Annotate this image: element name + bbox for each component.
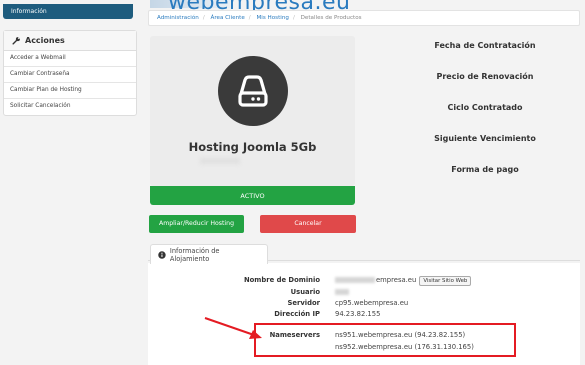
annotation-arrow-icon [204, 317, 262, 339]
